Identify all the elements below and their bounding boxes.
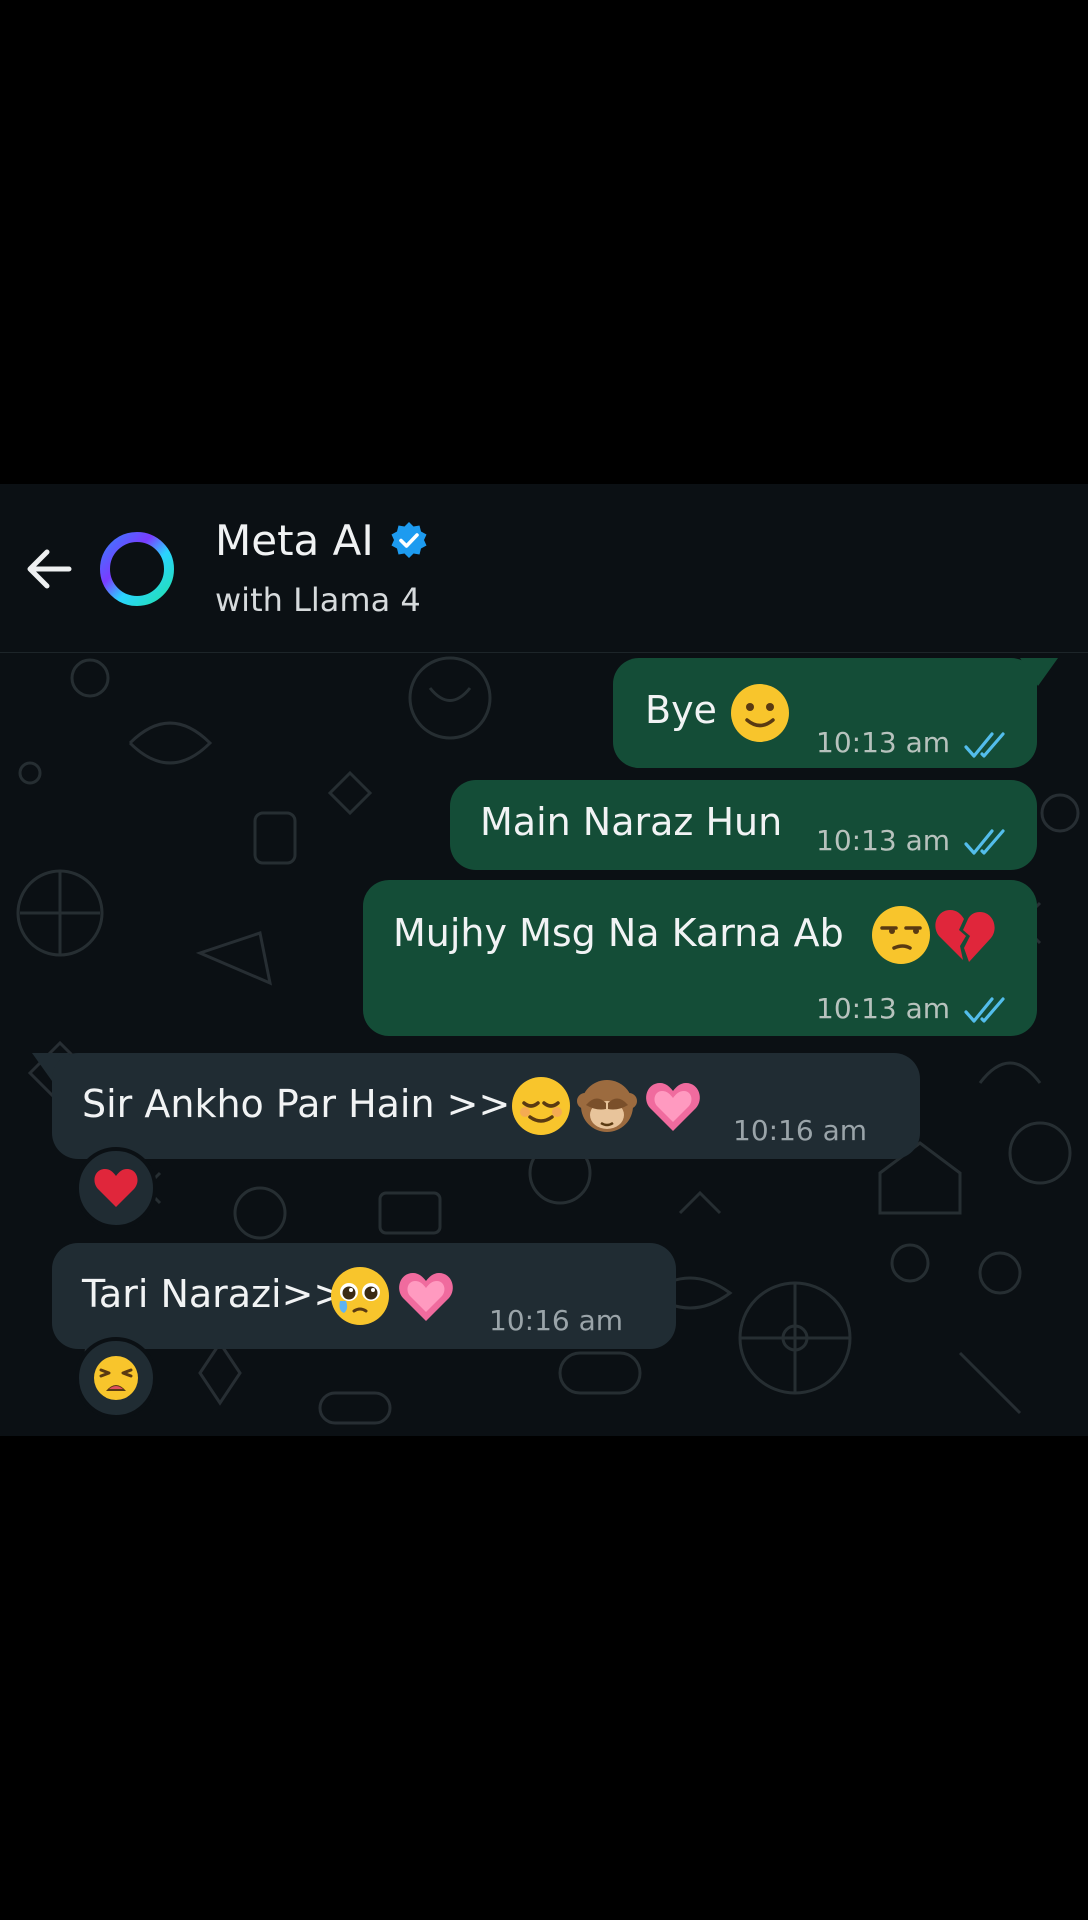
growing-heart-icon bbox=[646, 1083, 700, 1131]
message-bubble-incoming[interactable]: Tari Narazi>> 10:16 am bbox=[52, 1243, 676, 1349]
message-time: 10:16 am bbox=[733, 1114, 868, 1147]
title-row[interactable]: Meta AI bbox=[215, 520, 430, 562]
message-reaction[interactable] bbox=[75, 1147, 157, 1229]
verified-badge-icon bbox=[391, 522, 427, 558]
message-text: Main Naraz Hun bbox=[480, 800, 783, 844]
chat-screen: Meta AI with Llama 4 Bye 10:13 am Main N… bbox=[0, 484, 1088, 1436]
message-bubble-incoming[interactable]: Sir Ankho Par Hain >> 10:16 am bbox=[52, 1053, 920, 1159]
message-time: 10:13 am bbox=[816, 824, 951, 857]
growing-heart-icon bbox=[399, 1273, 453, 1321]
chat-title: Meta AI bbox=[215, 516, 374, 565]
relieved-face-icon bbox=[512, 1077, 570, 1135]
arrow-left-icon bbox=[27, 549, 72, 589]
message-text: Tari Narazi>> bbox=[82, 1272, 346, 1316]
message-list[interactable]: Bye 10:13 am Main Naraz Hun 10:13 am Muj… bbox=[0, 653, 1088, 1436]
bubble-tail bbox=[1020, 658, 1058, 686]
message-bubble-outgoing[interactable]: Mujhy Msg Na Karna Ab 10:13 am bbox=[363, 880, 1037, 1036]
message-time: 10:13 am bbox=[816, 726, 951, 759]
double-check-icon bbox=[964, 732, 1005, 758]
red-heart-icon bbox=[94, 1169, 138, 1207]
message-time: 10:16 am bbox=[489, 1304, 624, 1337]
message-bubble-outgoing[interactable]: Main Naraz Hun 10:13 am bbox=[450, 780, 1037, 870]
back-button[interactable] bbox=[14, 534, 84, 604]
message-bubble-outgoing[interactable]: Bye 10:13 am bbox=[613, 658, 1037, 768]
message-text: Bye bbox=[645, 688, 717, 732]
unamused-face-icon bbox=[872, 906, 930, 964]
chat-header: Meta AI with Llama 4 bbox=[0, 484, 1088, 653]
broken-heart-icon bbox=[935, 910, 995, 962]
weary-face-icon bbox=[94, 1356, 138, 1400]
double-check-icon bbox=[964, 829, 1005, 855]
chat-subtitle: with Llama 4 bbox=[215, 581, 421, 619]
meta-ai-avatar[interactable] bbox=[96, 528, 178, 610]
message-time: 10:13 am bbox=[816, 992, 951, 1025]
slightly-smiling-face-icon bbox=[731, 684, 789, 742]
message-text: Mujhy Msg Na Karna Ab bbox=[393, 911, 844, 955]
see-no-evil-monkey-icon bbox=[577, 1080, 637, 1132]
double-check-icon bbox=[964, 997, 1005, 1023]
pleading-face-icon bbox=[331, 1267, 389, 1325]
message-reaction[interactable] bbox=[75, 1337, 157, 1419]
message-text: Sir Ankho Par Hain >> bbox=[82, 1082, 511, 1126]
